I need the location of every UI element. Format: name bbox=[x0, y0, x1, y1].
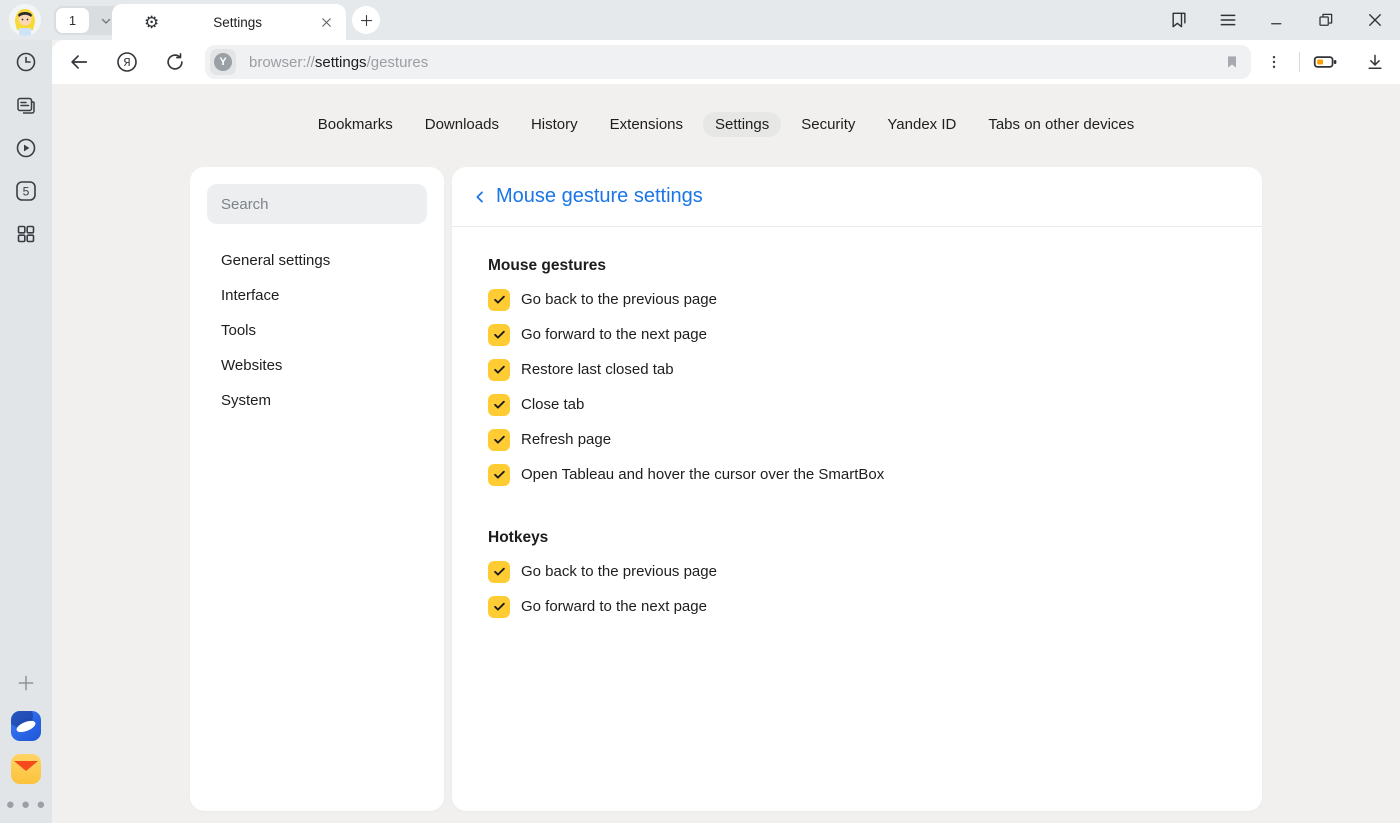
gesture-settings-panel: Mouse gesture settings Mouse gestures Go… bbox=[452, 167, 1262, 811]
hotkey-option-label: Go forward to the next page bbox=[521, 598, 707, 615]
history-icon[interactable] bbox=[12, 48, 40, 76]
window-controls bbox=[1168, 0, 1386, 40]
avatar-illustration bbox=[9, 4, 41, 36]
section-title: Mouse gestures bbox=[488, 257, 1226, 275]
toolbar-right bbox=[1261, 49, 1388, 75]
media-icon[interactable] bbox=[12, 134, 40, 162]
url-scheme: browser:// bbox=[249, 54, 315, 71]
checkbox-checked-icon[interactable] bbox=[488, 464, 510, 486]
tab-strip: 1 ⚙ Settings bbox=[0, 0, 1400, 40]
nav-tab-history[interactable]: History bbox=[519, 112, 590, 137]
settings-nav: Bookmarks Downloads History Extensions S… bbox=[52, 112, 1400, 137]
checkbox-checked-icon[interactable] bbox=[488, 561, 510, 583]
browser-toolbar: Я Y browser://settings/gestures bbox=[52, 40, 1400, 84]
url-path: /gestures bbox=[367, 54, 429, 71]
checkbox-checked-icon[interactable] bbox=[488, 394, 510, 416]
feed-icon[interactable] bbox=[12, 91, 40, 119]
site-badge[interactable]: Y bbox=[210, 49, 236, 75]
maximize-icon[interactable] bbox=[1315, 9, 1337, 31]
gesture-option-label: Open Tableau and hover the cursor over t… bbox=[521, 466, 884, 483]
settings-sidebar: General settings Interface Tools Website… bbox=[190, 167, 444, 811]
address-bar[interactable]: Y browser://settings/gestures bbox=[205, 45, 1251, 79]
gesture-option-row[interactable]: Go forward to the next page bbox=[488, 317, 1226, 352]
checkbox-checked-icon[interactable] bbox=[488, 359, 510, 381]
hotkey-option-label: Go back to the previous page bbox=[521, 563, 717, 580]
battery-icon[interactable] bbox=[1312, 49, 1338, 75]
downloads-icon[interactable] bbox=[1362, 49, 1388, 75]
nav-tab-security[interactable]: Security bbox=[789, 112, 867, 137]
sidebar-list: General settings Interface Tools Website… bbox=[207, 243, 427, 418]
mail-app-art bbox=[11, 754, 41, 784]
side-rail: 5 ● ● ● bbox=[0, 40, 52, 823]
bookmark-icon[interactable] bbox=[1221, 51, 1243, 73]
sidebar-item-system[interactable]: System bbox=[207, 383, 427, 418]
tab-title: Settings bbox=[159, 15, 316, 30]
hotkey-option-row[interactable]: Go back to the previous page bbox=[488, 554, 1226, 589]
section-mouse-gestures: Mouse gestures Go back to the previous p… bbox=[488, 257, 1226, 492]
sidebar-item-websites[interactable]: Websites bbox=[207, 348, 427, 383]
gesture-option-row[interactable]: Go back to the previous page bbox=[488, 282, 1226, 317]
gesture-option-label: Refresh page bbox=[521, 431, 611, 448]
menu-icon[interactable] bbox=[1217, 9, 1239, 31]
gesture-option-label: Go forward to the next page bbox=[521, 326, 707, 343]
tab-settings[interactable]: ⚙ Settings bbox=[112, 4, 346, 40]
browser-app-icon[interactable] bbox=[11, 711, 41, 741]
nav-tab-bookmarks[interactable]: Bookmarks bbox=[306, 112, 405, 137]
panel-header: Mouse gesture settings bbox=[452, 167, 1262, 227]
add-panel-icon[interactable] bbox=[12, 669, 40, 697]
sidebar-item-tools[interactable]: Tools bbox=[207, 313, 427, 348]
panel-body: Mouse gestures Go back to the previous p… bbox=[452, 227, 1262, 646]
gear-icon: ⚙ bbox=[144, 14, 159, 31]
section-hotkeys: Hotkeys Go back to the previous page Go … bbox=[488, 529, 1226, 624]
nav-tab-yandex-id[interactable]: Yandex ID bbox=[875, 112, 968, 137]
nav-tab-extensions[interactable]: Extensions bbox=[598, 112, 695, 137]
yandex-home-icon[interactable]: Я bbox=[114, 49, 140, 75]
divider bbox=[1299, 52, 1300, 72]
services-grid-icon[interactable] bbox=[12, 220, 40, 248]
nav-tab-downloads[interactable]: Downloads bbox=[413, 112, 511, 137]
new-tab-button[interactable] bbox=[352, 6, 380, 34]
minimize-icon[interactable] bbox=[1266, 9, 1288, 31]
tab-counter-value: 5 bbox=[23, 185, 30, 199]
settings-page: Bookmarks Downloads History Extensions S… bbox=[52, 84, 1400, 823]
plus-icon bbox=[359, 13, 374, 28]
gesture-option-row[interactable]: Open Tableau and hover the cursor over t… bbox=[488, 457, 1226, 492]
profile-avatar[interactable] bbox=[9, 4, 41, 36]
checkbox-checked-icon[interactable] bbox=[488, 289, 510, 311]
gesture-option-row[interactable]: Refresh page bbox=[488, 422, 1226, 457]
hotkey-option-row[interactable]: Go forward to the next page bbox=[488, 589, 1226, 624]
checkbox-checked-icon[interactable] bbox=[488, 324, 510, 346]
search-input[interactable] bbox=[207, 184, 427, 224]
close-window-icon[interactable] bbox=[1364, 9, 1386, 31]
sidebar-item-general-settings[interactable]: General settings bbox=[207, 243, 427, 278]
svg-text:Я: Я bbox=[123, 56, 131, 69]
url-host: settings bbox=[315, 54, 367, 71]
gesture-option-label: Close tab bbox=[521, 396, 584, 413]
more-options-icon[interactable] bbox=[1261, 49, 1287, 75]
section-title: Hotkeys bbox=[488, 529, 1226, 547]
checkbox-checked-icon[interactable] bbox=[488, 429, 510, 451]
gesture-option-row[interactable]: Restore last closed tab bbox=[488, 352, 1226, 387]
url-text[interactable]: browser://settings/gestures bbox=[249, 54, 1221, 71]
nav-tab-other-devices[interactable]: Tabs on other devices bbox=[976, 112, 1146, 137]
sidebar-item-interface[interactable]: Interface bbox=[207, 278, 427, 313]
bookmarks-panel-icon[interactable] bbox=[1168, 9, 1190, 31]
gesture-option-label: Restore last closed tab bbox=[521, 361, 674, 378]
tab-group-count[interactable]: 1 bbox=[56, 8, 89, 33]
tab-counter-icon[interactable]: 5 bbox=[12, 177, 40, 205]
mail-app-icon[interactable] bbox=[11, 754, 41, 784]
nav-tab-settings[interactable]: Settings bbox=[703, 112, 781, 137]
browser-logo-icon: Y bbox=[214, 53, 232, 71]
refresh-icon[interactable] bbox=[162, 49, 188, 75]
checkbox-checked-icon[interactable] bbox=[488, 596, 510, 618]
gesture-option-row[interactable]: Close tab bbox=[488, 387, 1226, 422]
back-icon[interactable] bbox=[66, 49, 92, 75]
gesture-option-label: Go back to the previous page bbox=[521, 291, 717, 308]
tab-close-icon[interactable] bbox=[316, 12, 336, 32]
page-title[interactable]: Mouse gesture settings bbox=[496, 185, 703, 208]
rail-more-icon[interactable]: ● ● ● bbox=[6, 796, 47, 813]
back-chevron-icon[interactable] bbox=[471, 188, 489, 206]
